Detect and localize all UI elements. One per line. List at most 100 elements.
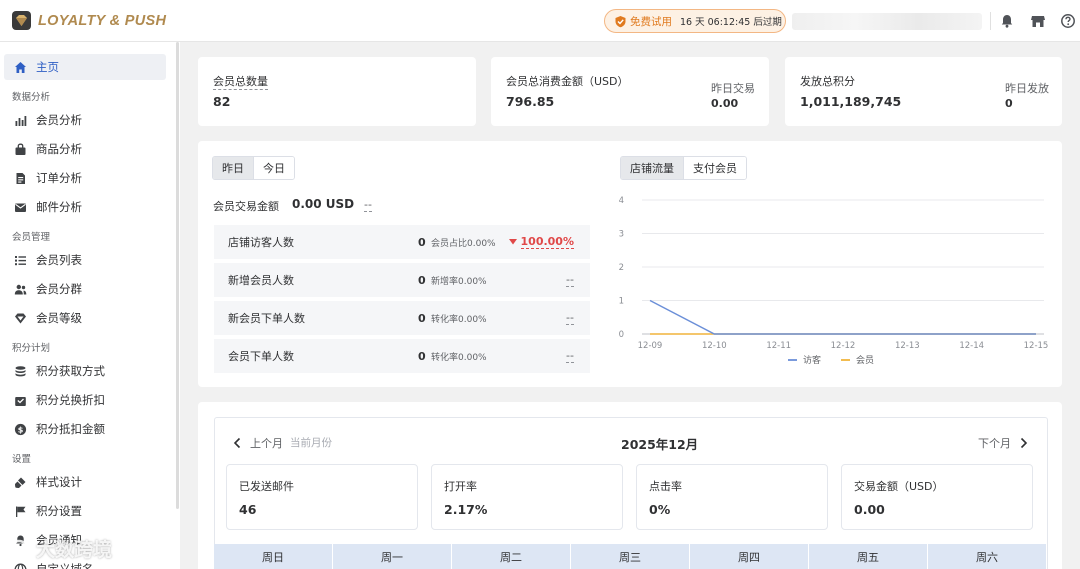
tab-today[interactable]: 今日 xyxy=(253,157,294,179)
weekday-sun: 周日 xyxy=(214,544,333,569)
y-tick-label: 1 xyxy=(619,297,624,307)
stat-card-total-members: 会员总数量 82 xyxy=(198,57,476,126)
next-month-button[interactable]: 下个月 xyxy=(978,435,1028,451)
coins-icon xyxy=(15,365,26,376)
sidebar-item-member-group[interactable]: 会员分群 xyxy=(4,276,166,302)
sidebar-item-member-analysis[interactable]: 会员分析 xyxy=(4,107,166,133)
stat-title: 发放总积分 xyxy=(800,75,855,88)
x-tick-label: 12-13 xyxy=(895,341,920,351)
sidebar-item-points-redeem[interactable]: 积分兑换折扣 xyxy=(4,387,166,413)
chart-toggle: 店铺流量 支付会员 xyxy=(620,156,747,180)
weekday-fri: 周五 xyxy=(809,544,928,569)
metric-label: 店铺访客人数 xyxy=(228,236,294,249)
metric-rate: 转化率0.00% xyxy=(431,352,487,363)
trial-badge[interactable]: 免费试用 16 天 06:12:45 后过期 xyxy=(604,9,786,33)
home-icon xyxy=(15,61,26,73)
metric-value: 0 xyxy=(418,235,426,249)
kpi-value: 2.17% xyxy=(444,502,488,517)
gift-box-icon xyxy=(15,396,26,406)
sidebar-group-settings: 设置 xyxy=(12,454,32,465)
prev-month-button[interactable]: 上个月 xyxy=(233,435,283,451)
bag-icon xyxy=(15,143,26,155)
sidebar-item-points-earn[interactable]: 积分获取方式 xyxy=(4,358,166,384)
kpi-title: 打开率 xyxy=(444,480,477,493)
metric-trend: -- xyxy=(566,273,574,287)
y-tick-label: 4 xyxy=(619,196,624,206)
store-icon[interactable] xyxy=(1030,13,1046,29)
sidebar-item-home[interactable]: 主页 xyxy=(4,54,166,80)
y-tick-label: 0 xyxy=(619,330,624,340)
kpi-card-sent-emails: 已发送邮件 46 xyxy=(226,464,418,530)
legend-label: 访客 xyxy=(803,354,821,366)
metric-label: 新增会员人数 xyxy=(228,274,294,287)
kpi-title: 点击率 xyxy=(649,480,682,493)
watermark-logo-icon xyxy=(9,539,29,558)
kpi-card-click-rate: 点击率 0% xyxy=(636,464,828,530)
metric-label: 新会员下单人数 xyxy=(228,312,305,325)
document-icon xyxy=(16,172,25,184)
stat-title: 会员总消费金额（USD） xyxy=(506,75,629,88)
sidebar-item-order-analysis[interactable]: 订单分析 xyxy=(4,165,166,191)
metric-row: 新增会员人数 0 新增率0.00% -- xyxy=(214,263,590,297)
metric-row: 新会员下单人数 0 转化率0.00% -- xyxy=(214,301,590,335)
sidebar: 主页 数据分析 会员分析 商品分析 订单分析 邮件分析 会员管理 会员列表 会员… xyxy=(0,42,180,569)
sidebar-group-member: 会员管理 xyxy=(12,232,51,243)
diamond-icon xyxy=(15,313,26,323)
trade-amount-value: 0.00 USD xyxy=(292,197,355,211)
stat-value: 1,011,189,745 xyxy=(800,94,902,109)
sidebar-item-points-settings[interactable]: 积分设置 xyxy=(4,498,166,524)
kpi-card-trade-amount: 交易金额（USD） 0.00 xyxy=(841,464,1033,530)
metric-rate: 会员占比0.00% xyxy=(431,238,496,249)
tab-yesterday[interactable]: 昨日 xyxy=(213,157,253,179)
metric-row: 店铺访客人数 0 会员占比0.00% 100.00% xyxy=(214,225,590,259)
sidebar-item-member-level[interactable]: 会员等级 xyxy=(4,305,166,331)
sidebar-scrollbar[interactable] xyxy=(176,42,179,509)
watermark: 大数跨境 xyxy=(8,535,112,562)
x-tick-label: 12-15 xyxy=(1024,341,1049,351)
app-name: LOYALTY & PUSH xyxy=(38,12,167,29)
weekday-thu: 周四 xyxy=(690,544,809,569)
trade-amount-trend: -- xyxy=(364,198,372,212)
stat-sub-title: 昨日发放 xyxy=(1005,82,1049,95)
x-tick-label: 12-10 xyxy=(702,341,727,351)
y-tick-label: 2 xyxy=(619,263,624,273)
store-name-blurred[interactable] xyxy=(792,13,982,30)
kpi-card-open-rate: 打开率 2.17% xyxy=(431,464,623,530)
current-month-button[interactable]: 当前月份 xyxy=(290,435,332,450)
sidebar-item-member-list[interactable]: 会员列表 xyxy=(4,247,166,273)
users-icon xyxy=(14,284,27,294)
kpi-value: 0% xyxy=(649,502,671,517)
svg-text:$: $ xyxy=(18,425,24,434)
x-tick-label: 12-14 xyxy=(959,341,984,351)
kpi-value: 0.00 xyxy=(854,502,885,517)
weekday-sat: 周六 xyxy=(976,550,998,564)
x-tick-label: 12-12 xyxy=(831,341,856,351)
stat-sub-value: 0.00 xyxy=(711,97,739,110)
help-icon[interactable] xyxy=(1060,13,1076,29)
series-line-访客 xyxy=(649,299,1036,335)
weekday-wed: 周三 xyxy=(571,544,690,569)
metric-value: 0 xyxy=(418,311,426,325)
bar-chart-icon xyxy=(15,115,27,126)
chevron-left-icon xyxy=(233,437,241,449)
x-tick-label: 12-11 xyxy=(766,341,791,351)
tab-store-traffic[interactable]: 店铺流量 xyxy=(621,157,683,179)
metric-trend-value: 100.00% xyxy=(520,235,574,249)
tab-paid-members[interactable]: 支付会员 xyxy=(683,157,746,179)
app-logo[interactable]: LOYALTY & PUSH xyxy=(12,11,166,30)
bell-icon[interactable] xyxy=(999,13,1015,29)
overview-card: 昨日 今日 会员交易金额 0.00 USD -- 店铺访客人数 0 会员占比0.… xyxy=(198,141,1062,387)
sidebar-item-email-analysis[interactable]: 邮件分析 xyxy=(4,194,166,220)
legend-label: 会员 xyxy=(856,354,874,366)
mail-icon xyxy=(15,203,26,212)
sidebar-item-product-analysis[interactable]: 商品分析 xyxy=(4,136,166,162)
metric-rate: 新增率0.00% xyxy=(431,276,487,287)
metric-value: 0 xyxy=(418,273,426,287)
sidebar-item-style-design[interactable]: 样式设计 xyxy=(4,469,166,495)
sidebar-item-points-deduct[interactable]: $ 积分抵扣金额 xyxy=(4,416,166,442)
metric-row: 会员下单人数 0 转化率0.00% -- xyxy=(214,339,590,373)
stat-sub-title: 昨日交易 xyxy=(711,82,755,95)
weekday-tue: 周二 xyxy=(452,544,571,569)
kpi-title: 交易金额（USD） xyxy=(854,480,944,493)
prev-month-label: 上个月 xyxy=(250,437,283,450)
